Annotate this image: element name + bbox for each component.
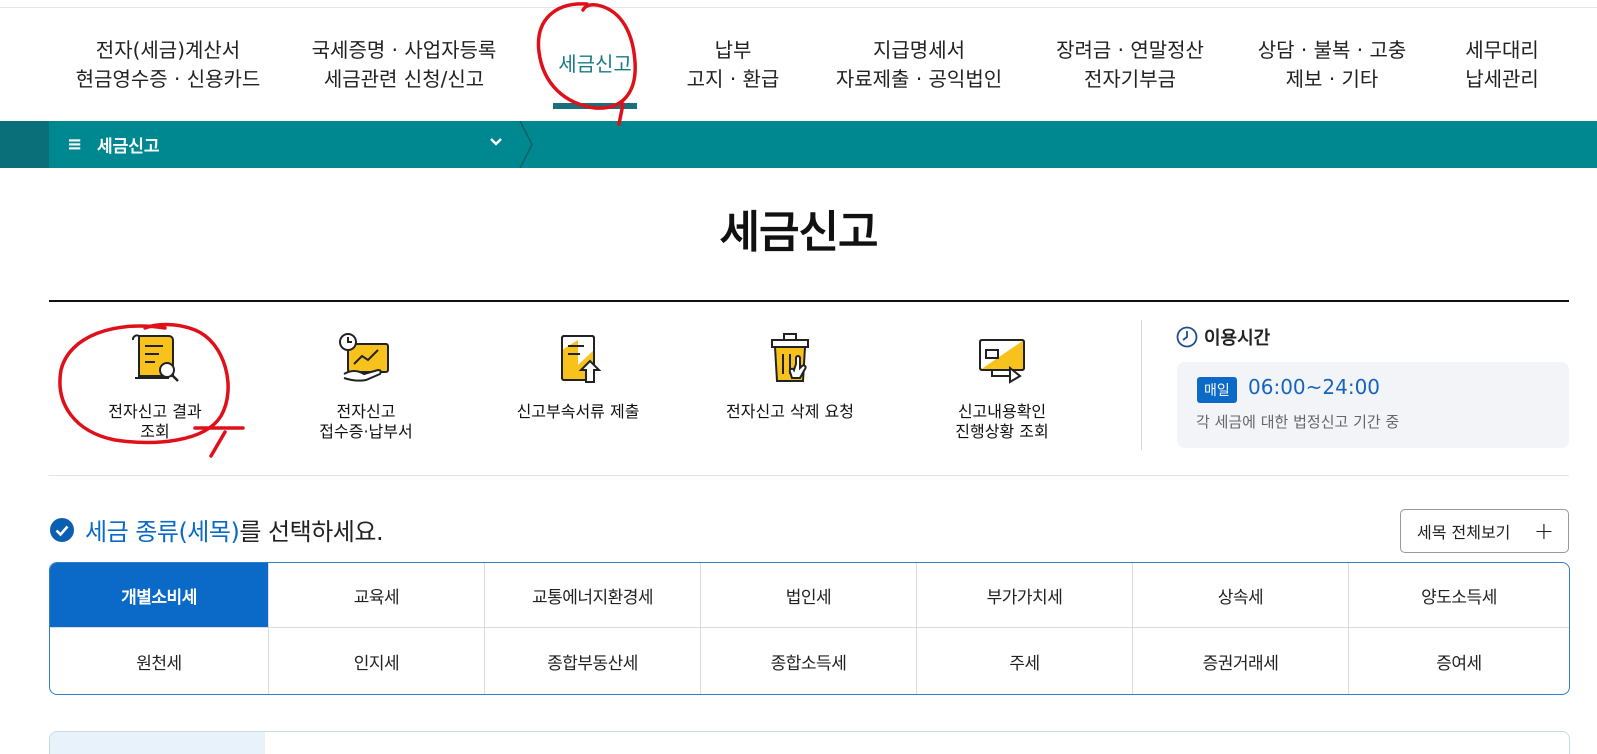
gnb-tax-filing[interactable]: 세금신고 xyxy=(553,8,637,121)
quick-menu-delete-request[interactable]: 전자신고 삭제 요청 xyxy=(700,330,880,422)
menu-select-dropdown[interactable]: ≡ 세금신고 xyxy=(49,121,519,168)
section-divider xyxy=(49,475,1569,476)
gnb-label: 전자기부금 xyxy=(1084,66,1176,91)
tax-type-item[interactable]: 증권거래세 xyxy=(1133,628,1349,694)
tax-type-item[interactable]: 법인세 xyxy=(701,563,917,628)
gnb-payment[interactable]: 납부 고지 · 환급 xyxy=(680,8,786,121)
gnb-label: 장려금 · 연말정산 xyxy=(1056,37,1204,62)
tax-type-item[interactable]: 증여세 xyxy=(1349,628,1569,694)
gnb-certificates[interactable]: 국세증명 · 사업자등록 세금관련 신청/신고 xyxy=(306,8,502,121)
gnb-payment-statement[interactable]: 지급명세서 자료제출 · 공익법인 xyxy=(826,8,1012,121)
menu-icon: ≡ xyxy=(67,134,83,155)
gnb-label: 전자(세금)계산서 xyxy=(95,37,241,62)
tax-type-item[interactable]: 원천세 xyxy=(50,628,269,694)
receipt-chart-icon xyxy=(339,333,389,382)
monitor-check-icon xyxy=(979,339,1025,384)
usage-title-text: 이용시간 xyxy=(1204,328,1271,349)
label-line: 전자신고 삭제 요청 xyxy=(726,402,854,421)
label-line: 전자신고 결과 xyxy=(108,402,202,421)
daily-badge: 매일 xyxy=(1197,377,1237,403)
plus-icon: + xyxy=(1533,517,1554,545)
label-line: 신고내용확인 xyxy=(957,402,1047,421)
tax-type-item[interactable]: 부가가치세 xyxy=(917,563,1133,628)
tax-type-item[interactable]: 개별소비세 xyxy=(50,563,269,628)
gnb-e-invoice[interactable]: 전자(세금)계산서 현금영수증 · 신용카드 xyxy=(70,8,266,121)
menu-select-label: 세금신고 xyxy=(97,137,160,157)
quick-menu-progress-inquiry[interactable]: 신고내용확인 진행상황 조회 xyxy=(912,330,1092,442)
gnb-label: 세금관련 신청/신고 xyxy=(323,66,485,91)
usage-time-box: 매일 06:00~24:00 각 세금에 대한 법정신고 기간 중 xyxy=(1177,362,1569,448)
title-divider xyxy=(49,300,1569,302)
view-all-tax-button[interactable]: 세목 전체보기 + xyxy=(1400,509,1569,553)
page-title: 세금신고 xyxy=(719,207,879,258)
tax-type-item[interactable]: 종합소득세 xyxy=(701,628,917,694)
tax-type-heading: 세금 종류(세목) 를 선택하세요. xyxy=(49,512,384,547)
tax-type-item[interactable]: 인지세 xyxy=(269,628,485,694)
gnb-tax-agent[interactable]: 세무대리 납세관리 xyxy=(1457,8,1547,121)
tax-type-grid: 개별소비세 교육세 교통에너지환경세 법인세 부가가치세 상속세 양도소득세 원… xyxy=(49,562,1570,695)
active-underline xyxy=(553,103,637,109)
heading-highlight: 세금 종류(세목) xyxy=(85,518,240,546)
gnb-consulting[interactable]: 상담 · 불복 · 고충 제보 · 기타 xyxy=(1252,8,1412,121)
tax-type-item[interactable]: 종합부동산세 xyxy=(485,628,701,694)
tax-type-item[interactable]: 주세 xyxy=(917,628,1133,694)
label-line: 신고부속서류 제출 xyxy=(516,402,640,421)
location-bar-home-cap xyxy=(0,121,49,168)
gnb-incentives[interactable]: 장려금 · 연말정산 전자기부금 xyxy=(1050,8,1210,121)
tax-type-item[interactable]: 교육세 xyxy=(269,563,485,628)
check-circle-icon xyxy=(50,517,74,542)
gnb-label: 지급명세서 xyxy=(873,37,965,62)
gnb-label: 자료제출 · 공익법인 xyxy=(835,66,1003,91)
gnb-label: 고지 · 환급 xyxy=(686,66,780,91)
quick-menu-result-inquiry[interactable]: 전자신고 결과 조회 xyxy=(65,330,245,442)
quick-menu-label: 신고내용확인 진행상황 조회 xyxy=(912,402,1092,442)
vertical-divider xyxy=(1141,320,1142,450)
tax-type-item[interactable]: 교통에너지환경세 xyxy=(485,563,701,628)
breadcrumb-separator-icon xyxy=(519,121,533,168)
quick-menu-submit-documents[interactable]: 신고부속서류 제출 xyxy=(488,330,668,422)
quick-menu-label: 전자신고 결과 조회 xyxy=(65,402,245,442)
location-bar: ≡ 세금신고 xyxy=(0,121,1597,168)
gnb-label: 국세증명 · 사업자등록 xyxy=(311,37,497,62)
gnb-label: 납부 xyxy=(714,37,752,62)
label-line: 진행상황 조회 xyxy=(955,422,1049,441)
usage-description: 각 세금에 대한 법정신고 기간 중 xyxy=(1196,413,1400,431)
tax-detail-panel xyxy=(49,731,1570,754)
document-upload-icon xyxy=(561,335,602,383)
global-nav: 전자(세금)계산서 현금영수증 · 신용카드 국세증명 · 사업자등록 세금관련… xyxy=(0,8,1597,121)
document-search-icon xyxy=(131,334,179,382)
tax-type-item[interactable]: 양도소득세 xyxy=(1349,563,1569,628)
quick-menu-label: 전자신고 삭제 요청 xyxy=(700,402,880,422)
label-line: 전자신고 xyxy=(336,402,396,421)
gnb-label: 상담 · 불복 · 고충 xyxy=(1257,37,1407,62)
quick-menu-receipt[interactable]: 전자신고 접수증·납부서 xyxy=(276,330,456,442)
gnb-label: 현금영수증 · 신용카드 xyxy=(75,66,261,91)
label-line: 접수증·납부서 xyxy=(319,422,413,441)
tax-type-item[interactable]: 상속세 xyxy=(1133,563,1349,628)
trash-delete-icon xyxy=(771,333,809,382)
view-all-label: 세목 전체보기 xyxy=(1417,523,1511,542)
clock-icon xyxy=(1176,326,1198,348)
gnb-label: 제보 · 기타 xyxy=(1285,66,1379,91)
usage-time-value: 06:00~24:00 xyxy=(1248,375,1381,399)
chevron-down-icon xyxy=(489,134,503,153)
gnb-label: 세무대리 xyxy=(1465,37,1539,62)
tax-detail-sidebar xyxy=(50,732,265,754)
heading-rest: 를 선택하세요. xyxy=(239,518,384,546)
gnb-label: 납세관리 xyxy=(1465,66,1539,91)
gnb-label: 세금신고 xyxy=(558,52,632,76)
usage-time-title: 이용시간 xyxy=(1176,324,1270,350)
quick-menu-label: 신고부속서류 제출 xyxy=(488,402,668,422)
label-line: 조회 xyxy=(140,422,170,441)
quick-menu-label: 전자신고 접수증·납부서 xyxy=(276,402,456,442)
